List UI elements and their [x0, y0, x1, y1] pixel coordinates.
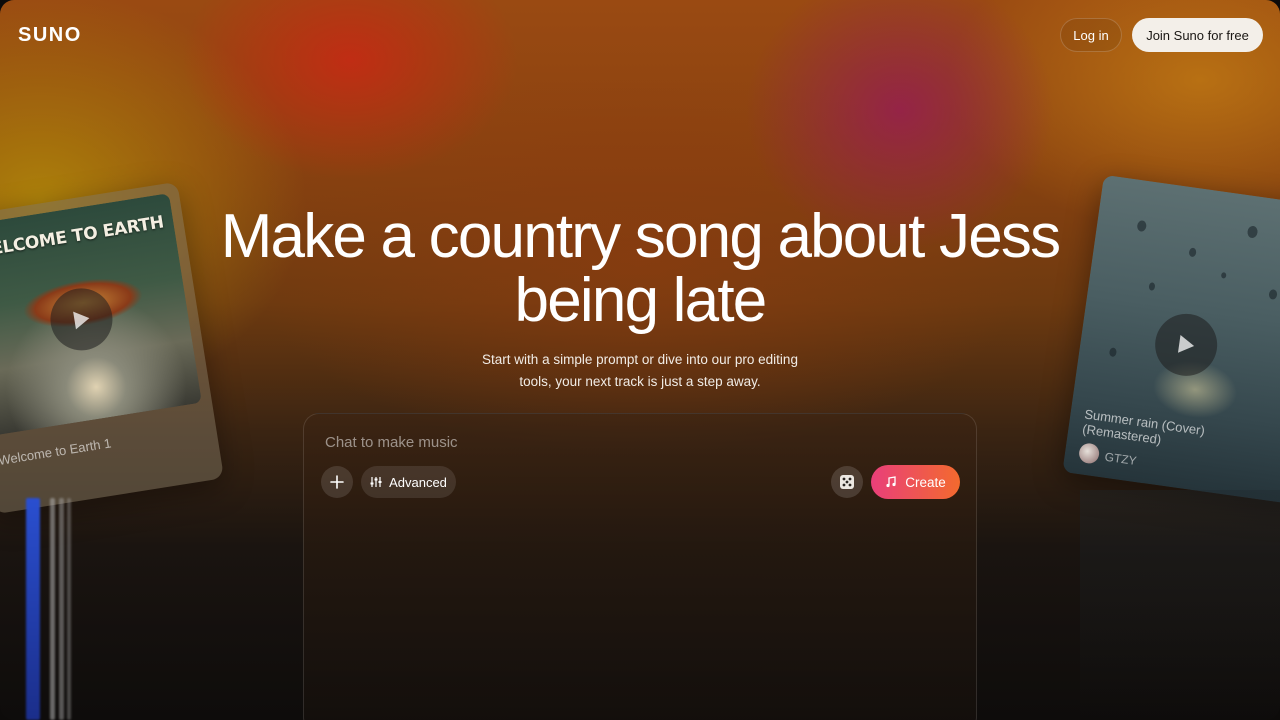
- create-label: Create: [905, 474, 946, 490]
- chat-composer[interactable]: Chat to make music Advanced Create: [303, 413, 977, 720]
- join-free-button[interactable]: Join Suno for free: [1132, 18, 1263, 52]
- hero-subtitle: Start with a simple prompt or dive into …: [460, 349, 820, 393]
- play-icon: [73, 311, 90, 330]
- music-note-icon: [886, 476, 896, 488]
- subtitle-line-2: tools, your next track is just a step aw…: [519, 374, 761, 389]
- plus-icon: [330, 475, 344, 489]
- subtitle-line-1: Start with a simple prompt or dive into …: [482, 352, 798, 367]
- track-title: Welcome to Earth 1: [0, 435, 113, 468]
- play-button[interactable]: [45, 283, 117, 355]
- hero-section: SUNO Log in Join Suno for free WELCOME T…: [0, 0, 1280, 720]
- suno-logo[interactable]: SUNO: [18, 24, 82, 47]
- dice-icon: [840, 475, 854, 489]
- advanced-label: Advanced: [389, 474, 447, 490]
- advanced-button[interactable]: Advanced: [361, 466, 456, 498]
- headline-line-2: being late: [514, 266, 768, 335]
- chat-input[interactable]: Chat to make music: [325, 434, 458, 451]
- play-button[interactable]: [1151, 309, 1222, 380]
- hero-headline: Make a country song about Jess being lat…: [140, 205, 1140, 333]
- headline-line-1: Make a country song about Jess: [220, 202, 1061, 271]
- add-button[interactable]: [321, 466, 353, 498]
- login-button[interactable]: Log in: [1060, 18, 1122, 52]
- artist-avatar: [1077, 442, 1101, 465]
- random-prompt-button[interactable]: [831, 466, 863, 498]
- create-button[interactable]: Create: [871, 465, 960, 499]
- audio-bars: [22, 498, 74, 720]
- artist-name[interactable]: GTZY: [1104, 450, 1138, 468]
- sliders-icon: [370, 477, 382, 487]
- play-icon: [1177, 334, 1195, 353]
